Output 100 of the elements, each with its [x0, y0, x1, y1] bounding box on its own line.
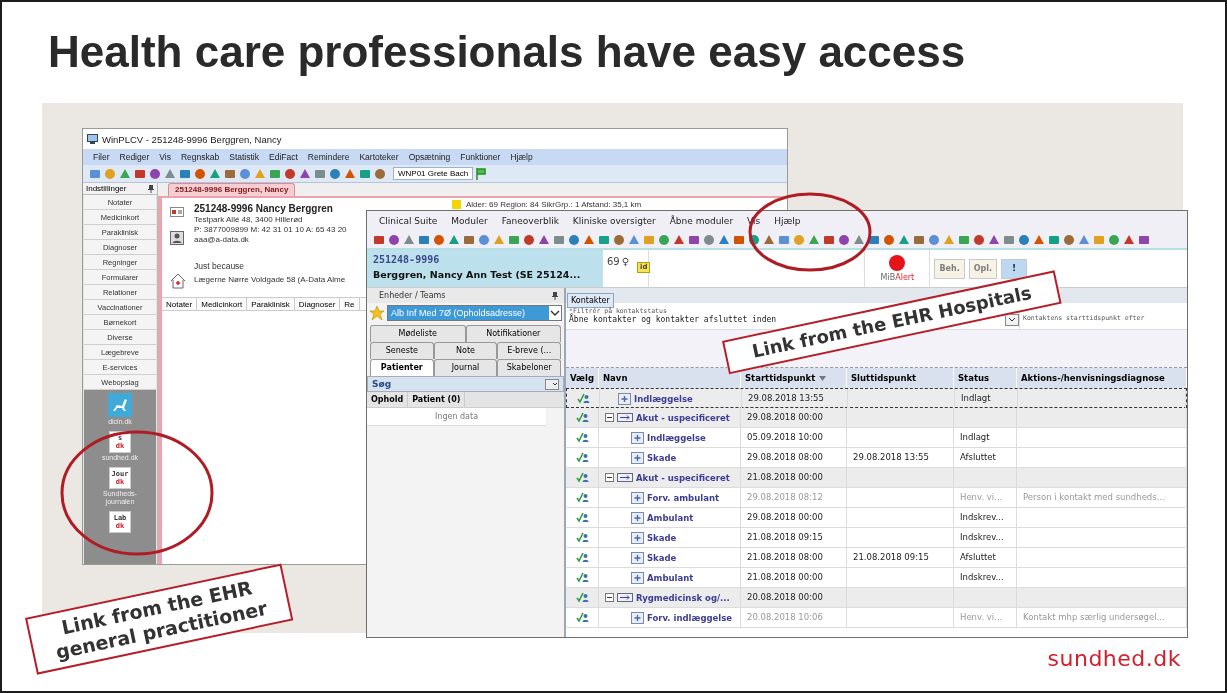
menu-item[interactable]: Hjælp [774, 216, 801, 226]
toolbar-icon[interactable] [568, 233, 580, 246]
contact-name[interactable]: Ambulant [647, 572, 694, 583]
select-icon[interactable] [575, 432, 589, 443]
column-chooser-icon[interactable] [545, 378, 559, 390]
toolbar-icon[interactable] [1123, 233, 1135, 246]
table-row[interactable]: Forv. ambulant 29.08.2018 08:12 Henv. vi... Person i kontakt med sundheds... [566, 488, 1187, 508]
toolbar-icon[interactable] [194, 167, 206, 180]
table-row[interactable]: Akut - uspecificeret 21.08.2018 00:00 [566, 468, 1187, 488]
patient-tab[interactable]: 251248-9996 Berggren, Nancy [168, 183, 296, 196]
menu-item[interactable]: Faneoverblik [501, 216, 559, 226]
toolbar-icon[interactable] [868, 233, 880, 246]
menu-item[interactable]: Moduler [451, 216, 488, 226]
toolbar-icon[interactable] [1138, 233, 1150, 246]
flag-icon[interactable] [476, 167, 487, 180]
record-tab[interactable]: Paraklinisk [247, 298, 295, 310]
column-header[interactable]: Ophold [367, 392, 409, 407]
toolbar-icon[interactable] [373, 233, 385, 246]
select-icon[interactable] [575, 612, 589, 623]
banner-button[interactable]: ! [1001, 258, 1027, 279]
menu-item[interactable]: Clinical Suite [379, 216, 438, 226]
toolbar-icon[interactable] [688, 233, 700, 246]
contact-name[interactable]: Rygmedicinsk og/... [636, 592, 730, 603]
contact-name[interactable]: Indlæggelse [634, 393, 693, 404]
column-header[interactable]: Status [954, 368, 1017, 388]
toolbar-icon[interactable] [1048, 233, 1060, 246]
pane-tab[interactable]: Journal [433, 359, 498, 376]
pane-tab[interactable]: Mødeliste [370, 325, 466, 342]
toolbar-icon[interactable] [359, 167, 371, 180]
pane-tab[interactable]: Notifikationer [465, 325, 561, 342]
toolbar-icon[interactable] [448, 233, 460, 246]
toolbar-icon[interactable] [583, 233, 595, 246]
table-row[interactable]: Skade 29.08.2018 08:00 29.08.2018 13:55 Afsluttet [566, 448, 1187, 468]
toolbar-icon[interactable] [374, 167, 386, 180]
toolbar-icon[interactable] [913, 233, 925, 246]
collapse-toggle[interactable] [605, 413, 614, 422]
toolbar-icon[interactable] [179, 167, 191, 180]
toolbar-icon[interactable] [523, 233, 535, 246]
table-row[interactable]: Indlæggelse 29.08.2018 13:55 Indlagt [566, 388, 1187, 408]
toolbar-icon[interactable] [314, 167, 326, 180]
toolbar-icon[interactable] [883, 233, 895, 246]
contact-name[interactable]: Indlæggelse [647, 432, 706, 443]
toolbar-icon[interactable] [763, 233, 775, 246]
contact-name[interactable]: Forv. indlæggelse [647, 612, 733, 623]
toolbar-icon[interactable] [958, 233, 970, 246]
record-tab[interactable]: Diagnoser [294, 298, 341, 310]
toolbar-icon[interactable] [598, 233, 610, 246]
toolbar-icon[interactable] [928, 233, 940, 246]
contact-name[interactable]: Akut - uspecificeret [636, 412, 730, 423]
toolbar-icon[interactable] [988, 233, 1000, 246]
menu-item[interactable]: Åbne moduler [669, 216, 734, 226]
table-row[interactable]: Indlæggelse 05.09.2018 10:00 Indlagt [566, 428, 1187, 448]
table-row[interactable]: Skade 21.08.2018 08:00 21.08.2018 09:15 Afsluttet [566, 548, 1187, 568]
record-tab[interactable]: Medicinkort [197, 298, 248, 310]
table-row[interactable]: Skade 21.08.2018 09:15 Indskrev... [566, 528, 1187, 548]
alert-dot-icon[interactable] [889, 255, 906, 271]
select-icon[interactable] [575, 472, 589, 483]
toolbar-icon[interactable] [478, 233, 490, 246]
select-icon[interactable] [576, 393, 590, 404]
select-icon[interactable] [575, 572, 589, 583]
column-header[interactable]: Starttidspunkt [741, 368, 847, 388]
select-icon[interactable] [575, 592, 589, 603]
select-icon[interactable] [575, 552, 589, 563]
menu-item[interactable]: Regnskab [180, 152, 220, 162]
toolbar-icon[interactable] [673, 233, 685, 246]
toolbar-icon[interactable] [973, 233, 985, 246]
toolbar-icon[interactable] [388, 233, 400, 246]
toolbar-icon[interactable] [164, 167, 176, 180]
toolbar-icon[interactable] [149, 167, 161, 180]
table-row[interactable]: Ambulant 21.08.2018 00:00 Indskrev... [566, 568, 1187, 588]
toolbar-icon[interactable] [418, 233, 430, 246]
menu-item[interactable]: Hjælp [510, 152, 533, 162]
toolbar-icon[interactable] [778, 233, 790, 246]
contact-name[interactable]: Ambulant [647, 512, 694, 523]
table-row[interactable]: Akut - uspecificeret 29.08.2018 00:00 [566, 408, 1187, 428]
menu-item[interactable]: Vis [159, 152, 171, 162]
contact-name[interactable]: Skade [647, 552, 677, 563]
menu-item[interactable]: Kliniske oversigter [572, 216, 656, 226]
column-header[interactable]: Vælg [566, 368, 599, 388]
contact-name[interactable]: Akut - uspecificeret [636, 472, 730, 483]
toolbar-icon[interactable] [403, 233, 415, 246]
toolbar-icon[interactable] [823, 233, 835, 246]
toolbar-icon[interactable] [898, 233, 910, 246]
select-icon[interactable] [575, 412, 589, 423]
toolbar-icon[interactable] [838, 233, 850, 246]
toolbar-icon[interactable] [748, 233, 760, 246]
toolbar-icon[interactable] [1078, 233, 1090, 246]
select-icon[interactable] [575, 512, 589, 523]
menu-item[interactable]: Filer [93, 152, 110, 162]
pane-tab[interactable]: Patienter [370, 359, 434, 376]
contact-name[interactable]: Forv. ambulant [647, 492, 720, 503]
collapse-toggle[interactable] [605, 593, 614, 602]
toolbar-icon[interactable] [329, 167, 341, 180]
toolbar-icon[interactable] [718, 233, 730, 246]
pane-tab[interactable]: Note [433, 342, 498, 359]
toolbar-icon[interactable] [733, 233, 745, 246]
toolbar-icon[interactable] [538, 233, 550, 246]
toolbar-icon[interactable] [1033, 233, 1045, 246]
toolbar-icon[interactable] [703, 233, 715, 246]
toolbar-icon[interactable] [658, 233, 670, 246]
